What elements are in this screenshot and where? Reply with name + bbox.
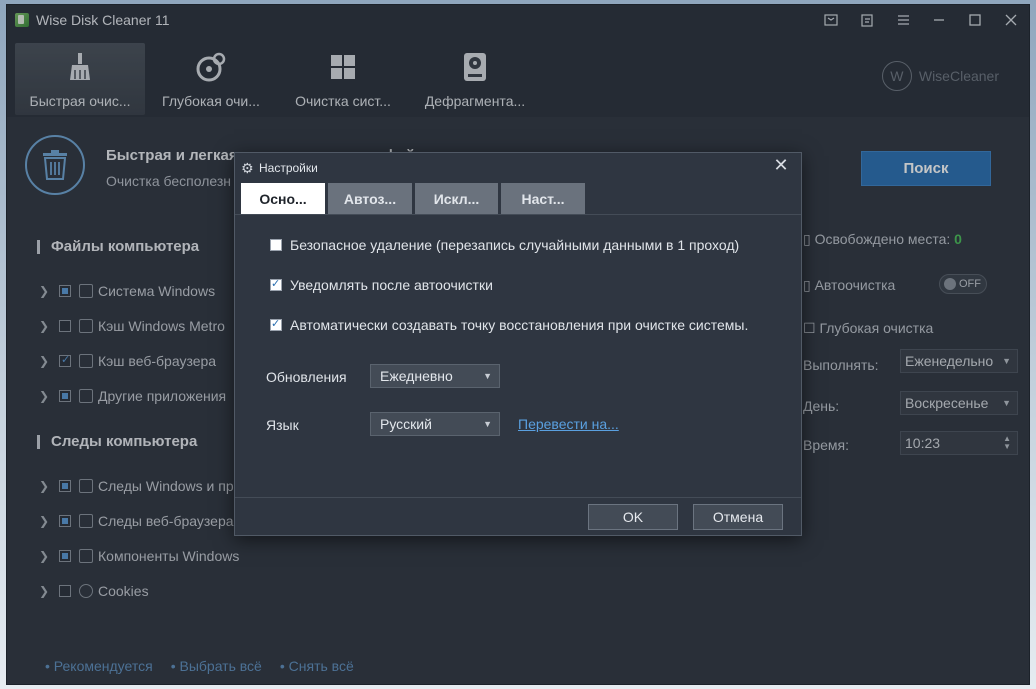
language-label: Язык xyxy=(266,417,299,433)
updates-label: Обновления xyxy=(266,369,347,385)
option-notify-after-autoclean[interactable]: Уведомлять после автоочистки xyxy=(270,277,493,293)
divider xyxy=(235,497,801,498)
checkbox[interactable] xyxy=(270,239,282,251)
tab-general[interactable]: Осно... xyxy=(241,183,325,214)
option-restore-point[interactable]: Автоматически создавать точку восстановл… xyxy=(270,317,748,333)
updates-value: Ежедневно xyxy=(380,368,453,384)
tab-exclusions[interactable]: Искл... xyxy=(415,183,498,214)
settings-dialog: ⚙ Настройки ✕ Осно... Автоз... Искл... Н… xyxy=(234,152,802,536)
option-label: Уведомлять после автоочистки xyxy=(290,277,493,293)
language-value: Русский xyxy=(380,416,432,432)
divider xyxy=(235,214,801,215)
language-select[interactable]: Русский ▼ xyxy=(370,412,500,436)
ok-button[interactable]: OK xyxy=(588,504,678,530)
dialog-title-bar: ⚙ Настройки xyxy=(241,161,318,175)
chevron-down-icon: ▼ xyxy=(483,419,492,429)
updates-select[interactable]: Ежедневно ▼ xyxy=(370,364,500,388)
dialog-close-icon[interactable]: ✕ xyxy=(771,155,791,175)
option-secure-delete[interactable]: Безопасное удаление (перезапись случайны… xyxy=(270,237,739,253)
checkbox[interactable] xyxy=(270,277,282,291)
option-label: Безопасное удаление (перезапись случайны… xyxy=(290,237,740,253)
cancel-button[interactable]: Отмена xyxy=(693,504,783,530)
checkbox[interactable] xyxy=(270,317,282,331)
tab-autostart[interactable]: Автоз... xyxy=(328,183,412,214)
gear-icon: ⚙ xyxy=(241,160,254,176)
dialog-title: Настройки xyxy=(259,161,318,175)
dialog-tabs: Осно... Автоз... Искл... Наст... xyxy=(241,183,585,214)
option-label: Автоматически создавать точку восстановл… xyxy=(290,317,749,333)
tab-settings[interactable]: Наст... xyxy=(501,183,585,214)
translate-link[interactable]: Перевести на... xyxy=(518,416,619,432)
chevron-down-icon: ▼ xyxy=(483,371,492,381)
